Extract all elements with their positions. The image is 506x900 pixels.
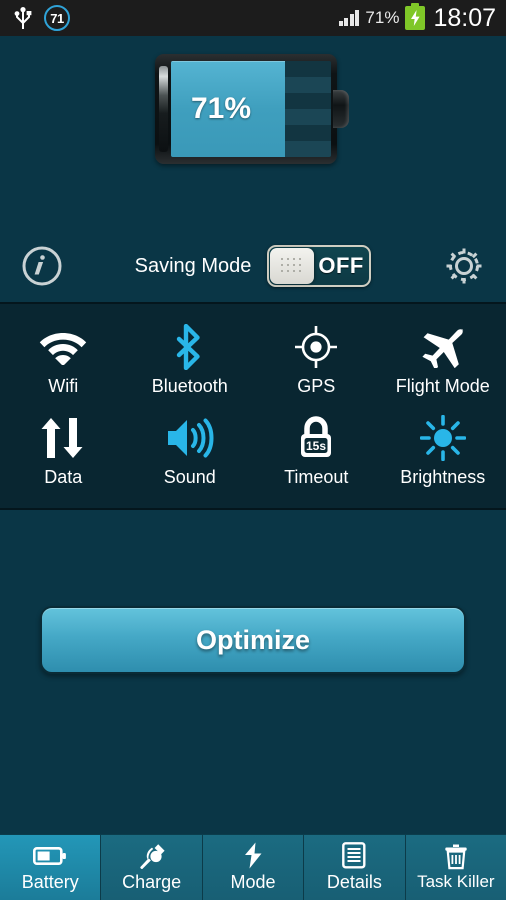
status-bar-left: 71	[14, 5, 70, 31]
main-content-area: Optimize	[0, 510, 506, 846]
toggle-label: Sound	[163, 467, 216, 487]
saving-mode-row: Saving Mode OFF	[0, 230, 506, 302]
toggle-state-label: OFF	[318, 253, 364, 278]
battery-terminal	[333, 90, 349, 128]
bottom-tab-bar: Battery Charge Mode Details Task Killer	[0, 834, 506, 900]
optimize-button-label: Optimize	[195, 624, 310, 655]
charging-battery-icon	[405, 3, 426, 30]
signal-bars-icon	[338, 10, 360, 26]
quick-toggle-panel: Wifi Bluetooth GPS Flight Mode Data Soun…	[0, 302, 506, 510]
saving-mode-toggle[interactable]: OFF	[267, 245, 372, 287]
toggle-row-1: Wifi Bluetooth GPS Flight Mode	[0, 316, 506, 407]
toggle-flight-mode[interactable]: Flight Mode	[380, 316, 506, 407]
tab-label: Mode	[230, 871, 276, 892]
bluetooth-icon	[173, 324, 207, 370]
battery-level-icon: 71%	[155, 54, 351, 164]
info-icon[interactable]	[18, 242, 66, 290]
tab-mode[interactable]: Mode	[202, 835, 305, 900]
status-bar: 71 71% 18:07	[0, 0, 506, 36]
toggle-sound[interactable]: Sound	[127, 407, 254, 498]
saving-mode-center: Saving Mode OFF	[66, 245, 440, 287]
toggle-label: Brightness	[400, 467, 486, 487]
tab-label: Battery	[21, 871, 79, 892]
toggle-data[interactable]: Data	[0, 407, 127, 498]
svg-text:15s: 15s	[306, 439, 326, 453]
optimize-button[interactable]: Optimize	[40, 606, 466, 674]
toggle-label: Bluetooth	[151, 376, 228, 396]
lock-timeout-icon: 15s	[294, 415, 338, 461]
battery-gauge: 71%	[171, 61, 331, 157]
toggle-brightness[interactable]: Brightness	[380, 407, 506, 498]
trash-icon	[444, 843, 468, 869]
gps-icon	[294, 324, 338, 370]
toggle-label: Timeout	[284, 467, 349, 487]
wifi-icon	[39, 324, 87, 370]
toggle-wifi[interactable]: Wifi	[0, 316, 127, 407]
toggle-bluetooth[interactable]: Bluetooth	[127, 316, 254, 407]
tab-battery[interactable]: Battery	[0, 835, 102, 900]
tab-label: Task Killer	[417, 872, 495, 891]
toggle-label: GPS	[297, 376, 336, 396]
speaker-icon	[164, 415, 216, 461]
toggle-label: Data	[44, 467, 83, 487]
toggle-label: Wifi	[48, 376, 79, 396]
tab-charge[interactable]: Charge	[101, 835, 203, 900]
battery-percent-label: 71%	[191, 92, 252, 125]
airplane-icon	[419, 324, 467, 370]
toggle-knob[interactable]	[270, 248, 315, 284]
toggle-row-2: Data Sound 15s Timeout Brightness	[0, 407, 506, 498]
toggle-timeout[interactable]: 15s Timeout	[253, 407, 380, 498]
document-icon	[342, 842, 366, 869]
tab-task-killer[interactable]: Task Killer	[405, 835, 506, 900]
tab-label: Charge	[122, 871, 182, 892]
toggle-label: Flight Mode	[395, 376, 490, 396]
gear-icon[interactable]	[440, 242, 488, 290]
tab-label: Details	[326, 871, 382, 892]
app-screen: 71 71% 18:07 71% Saving Mode OFF Wifi Bl…	[0, 0, 506, 900]
tab-details[interactable]: Details	[304, 835, 406, 900]
status-bar-right: 71% 18:07	[338, 3, 496, 33]
notification-count-badge: 71	[44, 5, 70, 31]
statusbar-clock: 18:07	[433, 3, 496, 32]
plug-icon	[138, 843, 166, 869]
saving-mode-label: Saving Mode	[134, 254, 252, 277]
usb-icon	[14, 7, 32, 29]
toggle-gps[interactable]: GPS	[253, 316, 380, 407]
sun-icon	[419, 415, 466, 461]
battery-left-cap	[159, 66, 168, 152]
bolt-icon	[242, 842, 264, 869]
battery-icon	[33, 843, 67, 869]
battery-hero: 71%	[0, 36, 506, 230]
data-arrows-icon	[39, 415, 87, 461]
statusbar-battery-percent: 71%	[365, 8, 400, 27]
